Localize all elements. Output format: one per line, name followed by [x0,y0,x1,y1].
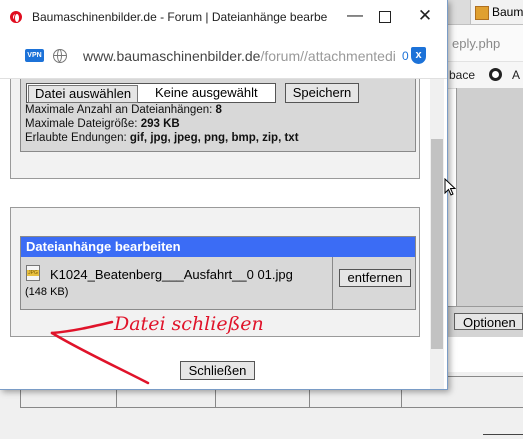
attachments-header: Dateianhänge bearbeiten [21,237,415,257]
background-address-text[interactable]: eply.php [452,36,500,51]
close-button[interactable]: Schließen [180,361,255,380]
max-count-value: 8 [215,104,222,116]
url-bar: VPN www.baumaschinenbilder.de/forum//att… [0,36,447,79]
mouse-cursor-icon [444,178,457,196]
bookmark-icon [489,68,502,81]
remove-cell: entfernen [332,257,416,309]
no-file-label: Keine ausgewählt [155,85,258,100]
background-tab-title: Baumas [492,5,523,19]
minimize-button[interactable]: — [343,6,367,28]
options-button[interactable]: Optionen [454,313,523,330]
opera-logo-icon [10,11,22,23]
extensions-label: Erlaubte Endungen: [25,132,127,144]
max-count-label: Maximale Anzahl an Dateianhängen: [25,104,213,116]
window-close-button[interactable]: ✕ [413,6,437,28]
globe-icon [53,49,67,63]
max-size-info: Maximale Dateigröße: 293 KB [25,118,180,130]
save-button[interactable]: Speichern [285,83,359,103]
annotation-text: Datei schließen [114,313,264,335]
extensions-info: Erlaubte Endungen: gif, jpg, jpeg, png, … [25,132,299,144]
extensions-value: gif, jpg, jpeg, png, bmp, zip, txt [129,132,299,144]
bookmark-item[interactable]: bace [449,68,475,82]
blocker-count: 0 [402,49,409,63]
background-tab[interactable]: Baumas [470,0,523,24]
url-host: www.baumaschinenbilder.de [83,48,261,64]
max-size-value: 293 KB [140,118,180,130]
background-page-panel [456,88,523,306]
url-field[interactable]: www.baumaschinenbilder.de/forum//attachm… [83,48,396,64]
remove-attachment-button[interactable]: entfernen [339,269,411,287]
vpn-badge[interactable]: VPN [25,49,44,62]
max-count-info: Maximale Anzahl an Dateianhängen: 8 [25,104,222,116]
maximize-button[interactable] [373,6,397,28]
max-size-label: Maximale Dateigröße: [25,118,138,130]
attachment-file-name: K1024_Beatenberg___Ausfahrt__0 01.jpg [50,267,293,282]
divider [483,434,523,435]
vertical-scrollbar[interactable] [430,79,444,389]
file-input[interactable]: Datei auswählen Keine ausgewählt [26,83,276,103]
favicon-icon [475,5,489,20]
bookmark-item[interactable]: A [512,68,520,82]
jpg-file-icon [26,265,40,281]
window-title: Baumaschinenbilder.de - Forum | Dateianh… [32,10,328,24]
url-path: /forum//attachmentedit.p [260,48,396,64]
attachment-file-size: (148 KB) [25,286,69,298]
title-bar[interactable]: Baumaschinenbilder.de - Forum | Dateianh… [0,0,447,36]
attachments-table: Dateianhänge bearbeiten K1024_Beatenberg… [20,236,416,310]
choose-file-button[interactable]: Datei auswählen [28,85,139,103]
ad-blocker-shield-icon[interactable]: x [411,47,426,64]
scrollbar-thumb[interactable] [431,139,443,349]
